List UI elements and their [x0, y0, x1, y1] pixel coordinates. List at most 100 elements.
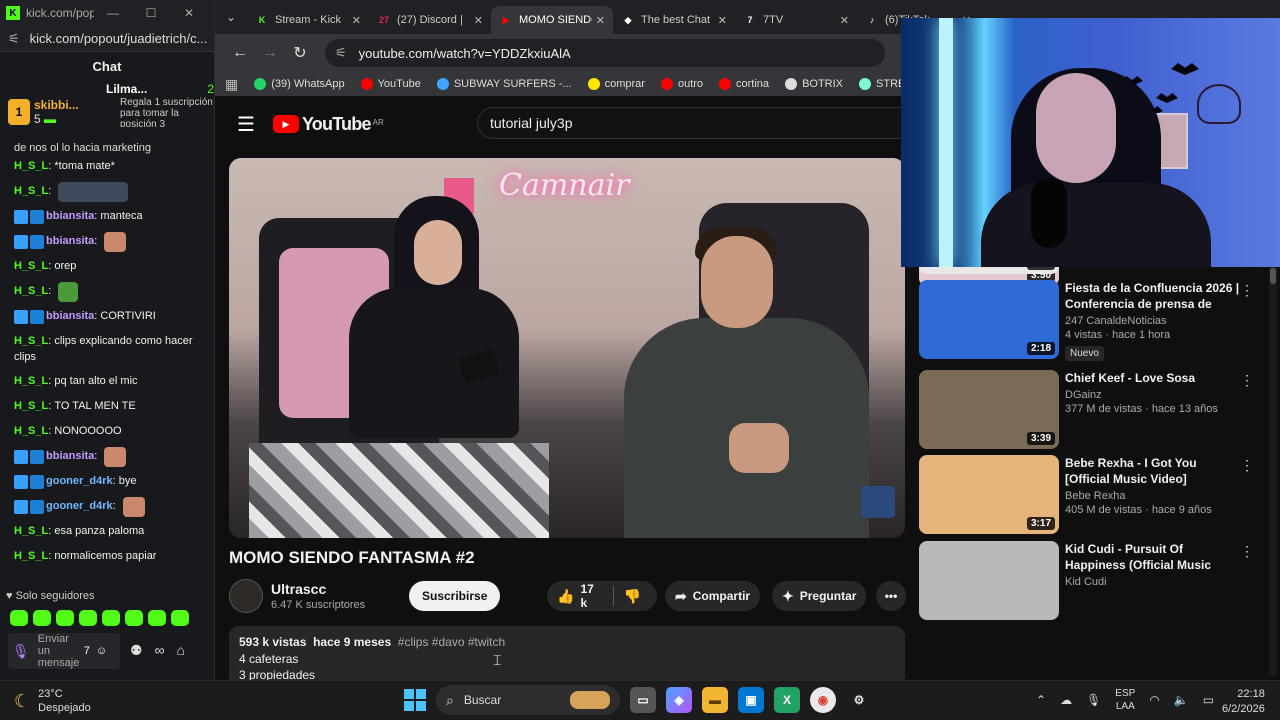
youtube-logo[interactable]: ▶ YouTube AR	[272, 114, 384, 135]
emote-3[interactable]	[56, 610, 74, 626]
tab-close-icon[interactable]: ✕	[718, 14, 727, 27]
chat-emote-icon[interactable]	[58, 281, 79, 302]
infinity-icon[interactable]: ∞	[155, 642, 165, 659]
recommended-video[interactable]: 3:17 Bebe Rexha - I Got You [Official Mus…	[919, 455, 1264, 535]
emote-5[interactable]	[102, 610, 120, 626]
video-thumbnail[interactable]	[919, 541, 1059, 620]
video-thumbnail[interactable]: 3:39	[919, 370, 1059, 449]
store-icon[interactable]: ▣	[738, 687, 764, 713]
emote-4[interactable]	[79, 610, 97, 626]
tab-search-icon[interactable]: ⌄	[215, 0, 247, 34]
recommended-title[interactable]: Chief Keef - Love Sosa	[1065, 370, 1240, 386]
battery-icon[interactable]: ▭	[1203, 693, 1214, 707]
recommended-video[interactable]: Kid Cudi - Pursuit Of Happiness (Officia…	[919, 541, 1264, 621]
more-options-icon[interactable]: ⋮	[1240, 457, 1254, 474]
tab-close-icon[interactable]: ✕	[474, 14, 483, 27]
bookmark-item[interactable]: (39) WhatsApp	[254, 78, 345, 90]
chat-username[interactable]: gooner_d4rk	[46, 469, 113, 494]
bookmark-item[interactable]: SUBWAY SURFERS -...	[436, 78, 572, 90]
like-icon[interactable]: 👍	[557, 588, 574, 605]
bookmark-item[interactable]: YouTube	[360, 78, 421, 90]
chat-username[interactable]: H_S_L	[14, 544, 48, 569]
chat-username[interactable]: H_S_L	[14, 154, 48, 179]
back-arrow-icon[interactable]: ←	[225, 44, 255, 62]
emote-8[interactable]	[171, 610, 189, 626]
close-button[interactable]: ✕	[170, 6, 208, 20]
video-description[interactable]: 593 k vistas hace 9 meses #clips #davo #…	[229, 626, 905, 680]
recommended-title[interactable]: Fiesta de la Confluencia 2026 | Conferen…	[1065, 280, 1240, 312]
chrome-icon[interactable]: ◉	[810, 687, 836, 713]
taskbar-search[interactable]: ⌕ Buscar	[436, 685, 620, 715]
channel-watermark[interactable]	[861, 486, 895, 518]
more-options-icon[interactable]: ⋮	[1240, 372, 1254, 389]
like-count[interactable]: 17 k	[580, 582, 600, 610]
chat-username[interactable]: gooner_d4rk	[46, 494, 113, 519]
7tv-icon[interactable]: 7	[84, 645, 90, 657]
chat-emote-icon[interactable]	[122, 496, 145, 517]
microphone-icon[interactable]: 🎙	[12, 643, 30, 660]
emote-1[interactable]	[10, 610, 28, 626]
site-settings-icon[interactable]: ⚟	[8, 31, 20, 47]
wifi-icon[interactable]: ◠	[1149, 693, 1159, 707]
video-thumbnail[interactable]: 3:17	[919, 455, 1059, 534]
recommended-channel[interactable]: Kid Cudi	[1065, 576, 1240, 588]
chat-username[interactable]: H_S_L	[14, 335, 48, 347]
cloud-icon[interactable]: ☁	[1060, 693, 1072, 707]
bookmark-item[interactable]: outro	[660, 78, 703, 90]
chat-emote-icon[interactable]	[58, 181, 129, 202]
video-player[interactable]: Camnair	[229, 158, 905, 538]
file-explorer-icon[interactable]: ▬	[702, 687, 728, 713]
maximize-button[interactable]: ☐	[132, 6, 170, 20]
store-icon[interactable]: ⌂	[177, 642, 185, 659]
browser-tab[interactable]: ▶ MOMO SIENDO ✕	[491, 6, 613, 34]
more-options-icon[interactable]: ⋮	[1240, 543, 1254, 560]
tab-close-icon[interactable]: ✕	[840, 14, 849, 27]
mic-tray-icon[interactable]: 🎙	[1086, 693, 1101, 707]
tab-close-icon[interactable]: ✕	[352, 14, 361, 27]
chat-username[interactable]: bbiansita	[46, 444, 94, 469]
recommended-channel[interactable]: 247 CanaldeNoticias	[1065, 315, 1240, 327]
recommendations-scrollbar[interactable]	[1269, 266, 1277, 676]
emote-2[interactable]	[33, 610, 51, 626]
forward-arrow-icon[interactable]: →	[255, 44, 285, 62]
chat-input[interactable]: 🎙 Enviar un mensaje 7 ☺	[8, 633, 120, 669]
excel-icon[interactable]: X	[774, 687, 800, 713]
reload-icon[interactable]: ↻	[285, 43, 315, 63]
ask-button[interactable]: ✦ Preguntar	[772, 581, 867, 611]
share-button[interactable]: ➦ Compartir	[665, 581, 761, 611]
chat-emote-icon[interactable]	[104, 446, 127, 467]
clock[interactable]: 22:18 6/2/2026	[1222, 687, 1265, 717]
browser-tab[interactable]: K Stream - Kick ✕	[247, 6, 369, 34]
subscribe-button[interactable]: Suscribirse	[409, 581, 501, 611]
chat-username[interactable]: H_S_L	[14, 179, 48, 204]
bookmark-item[interactable]: cortina	[719, 78, 769, 90]
apps-grid-icon[interactable]: ▦	[225, 76, 238, 93]
recommended-title[interactable]: Kid Cudi - Pursuit Of Happiness (Officia…	[1065, 541, 1240, 573]
volume-icon[interactable]: 🔈	[1174, 693, 1189, 707]
pinned-gift-leaderboard[interactable]: 1 skibbi... 5 ▬ Lilma... 2 Regala 1 suscr…	[0, 82, 214, 142]
minimize-button[interactable]: —	[94, 6, 132, 20]
video-thumbnail[interactable]: 2:18	[919, 280, 1059, 359]
bookmark-item[interactable]: comprar	[587, 78, 645, 90]
search-input[interactable]: tutorial july3p	[477, 107, 907, 139]
more-actions-button[interactable]: •••	[876, 581, 906, 611]
emote-6[interactable]	[125, 610, 143, 626]
bookmark-item[interactable]: BOTRIX	[785, 78, 843, 90]
chat-username[interactable]: bbiansita	[46, 204, 94, 229]
emote-7[interactable]	[148, 610, 166, 626]
chevron-up-icon[interactable]: ⌃	[1036, 693, 1046, 707]
browser-tab[interactable]: ◆ The best Chat ✕	[613, 6, 735, 34]
chat-username[interactable]: bbiansita	[46, 304, 94, 329]
emoji-icon[interactable]: ☺	[96, 645, 107, 657]
recommended-title[interactable]: Bebe Rexha - I Got You [Official Music V…	[1065, 455, 1240, 487]
quick-emotes[interactable]	[10, 610, 189, 626]
more-options-icon[interactable]: ⋮	[1240, 282, 1254, 299]
browser-tab[interactable]: 27 (27) Discord | ✕	[369, 6, 491, 34]
chat-username[interactable]: H_S_L	[14, 419, 48, 444]
chat-username[interactable]: bbiansita	[46, 229, 94, 254]
tab-close-icon[interactable]: ✕	[596, 14, 605, 27]
channel-name[interactable]: Ultrascc	[271, 581, 401, 597]
chat-username[interactable]: H_S_L	[14, 394, 48, 419]
recommended-channel[interactable]: DGainz	[1065, 389, 1240, 401]
recommended-video[interactable]: 3:39 Chief Keef - Love Sosa DGainz 377 M de…	[919, 370, 1264, 450]
